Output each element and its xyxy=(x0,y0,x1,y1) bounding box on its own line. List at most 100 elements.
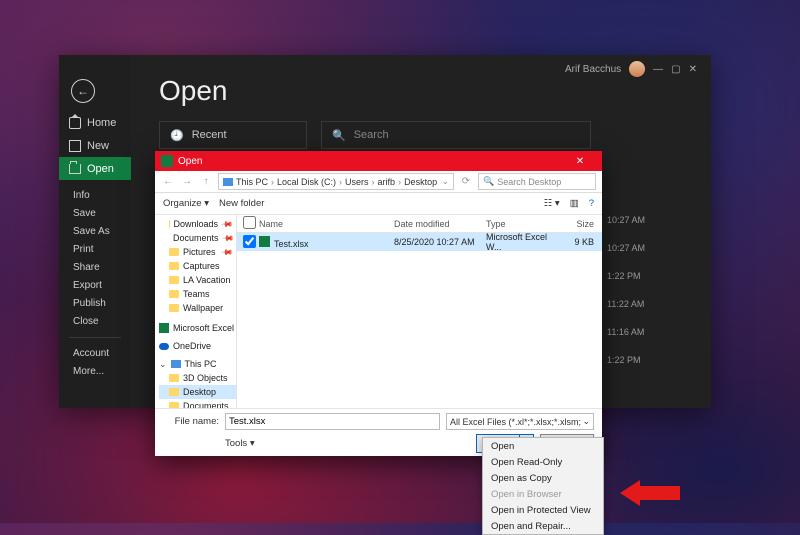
pin-icon: 📌 xyxy=(221,231,234,244)
new-folder-button[interactable]: New folder xyxy=(219,198,264,209)
excel-icon xyxy=(159,323,169,333)
chevron-down-icon[interactable]: ⌄ xyxy=(441,176,449,187)
nav-forward-icon[interactable]: → xyxy=(180,176,194,187)
file-date: 8/25/2020 10:27 AM xyxy=(388,237,480,247)
refresh-icon[interactable]: ⟳ xyxy=(459,176,473,187)
home-icon xyxy=(69,117,81,129)
sidebar-item-publish[interactable]: Publish xyxy=(73,298,131,309)
file-list: Name Date modified Type Size Test.xlsx 8… xyxy=(237,215,602,408)
sidebar-item-account[interactable]: Account xyxy=(73,348,131,359)
sidebar-item-label: Open xyxy=(87,163,114,175)
tree-item[interactable]: Microsoft Excel xyxy=(159,321,236,335)
file-open-dialog: Open ✕ ← → ↑ This PC› Local Disk (C:)› U… xyxy=(155,151,602,456)
tree-item-thispc[interactable]: ⌄This PC xyxy=(159,357,236,371)
arrow-head-icon xyxy=(620,480,640,506)
sidebar-item-export[interactable]: Export xyxy=(73,280,131,291)
search-field[interactable]: 🔍 Search xyxy=(321,121,591,149)
recent-time: 1:22 PM xyxy=(607,271,691,281)
open-mode-menu: Open Open Read-Only Open as Copy Open in… xyxy=(482,437,604,535)
pin-icon: 📌 xyxy=(220,245,233,258)
search-placeholder: Search Desktop xyxy=(497,177,561,187)
preview-pane-icon[interactable]: ▥ xyxy=(570,198,579,209)
tree-item[interactable]: Documents📌 xyxy=(159,231,236,245)
sidebar-item-open[interactable]: Open xyxy=(59,157,131,180)
tree-item[interactable]: Teams xyxy=(159,287,236,301)
recent-time: 10:27 AM xyxy=(607,215,691,225)
tools-dropdown[interactable]: Tools ▾ xyxy=(225,438,255,449)
menu-item-open-copy[interactable]: Open as Copy xyxy=(483,470,603,486)
help-icon[interactable]: ? xyxy=(589,198,594,209)
sidebar-item-info[interactable]: Info xyxy=(73,190,131,201)
crumb-seg[interactable]: Local Disk (C:) xyxy=(277,177,336,187)
menu-item-open-readonly[interactable]: Open Read-Only xyxy=(483,454,603,470)
col-name[interactable]: Name xyxy=(253,219,388,229)
folder-icon xyxy=(169,402,179,408)
folder-icon xyxy=(169,220,170,228)
breadcrumb[interactable]: This PC› Local Disk (C:)› Users› arifb› … xyxy=(218,173,454,190)
tree-item[interactable]: LA Vacation xyxy=(159,273,236,287)
sidebar-item-share[interactable]: Share xyxy=(73,262,131,273)
filename-label: File name: xyxy=(163,416,219,427)
file-size: 9 KB xyxy=(562,237,602,247)
sidebar-item-more[interactable]: More... xyxy=(73,366,131,377)
dialog-close-button[interactable]: ✕ xyxy=(564,151,596,171)
crumb-seg[interactable]: Users xyxy=(345,177,369,187)
menu-item-open-browser: Open in Browser xyxy=(483,486,603,502)
cloud-icon xyxy=(159,343,169,350)
tree-item[interactable]: Documents xyxy=(159,399,236,408)
crumb-seg[interactable]: Desktop xyxy=(404,177,437,187)
tree-item[interactable]: Captures xyxy=(159,259,236,273)
folder-icon xyxy=(169,304,179,312)
page-title: Open xyxy=(159,75,683,107)
sidebar-group-app: Account More... xyxy=(59,348,131,377)
pc-icon xyxy=(223,178,233,186)
back-button[interactable] xyxy=(71,79,95,103)
tree-item[interactable]: Downloads📌 xyxy=(159,217,236,231)
folder-icon xyxy=(169,248,179,256)
dialog-toolbar: Organize ▾ New folder ☷ ▾ ▥ ? xyxy=(155,193,602,215)
recent-file-times: 10:27 AM 10:27 AM 1:22 PM 11:22 AM 11:16… xyxy=(607,215,691,365)
search-icon: 🔍 xyxy=(332,129,346,142)
sidebar-item-close[interactable]: Close xyxy=(73,316,131,327)
tree-item[interactable]: Wallpaper xyxy=(159,301,236,315)
menu-item-open-repair[interactable]: Open and Repair... xyxy=(483,518,603,534)
recent-time: 1:22 PM xyxy=(607,355,691,365)
chevron-down-icon: ⌄ xyxy=(582,416,590,427)
organize-button[interactable]: Organize ▾ xyxy=(163,198,209,209)
nav-tree: Downloads📌 Documents📌 Pictures📌 Captures… xyxy=(155,215,237,408)
nav-back-icon[interactable]: ← xyxy=(161,176,175,187)
recent-time: 11:22 AM xyxy=(607,299,691,309)
col-date[interactable]: Date modified xyxy=(388,219,480,229)
sidebar-item-saveas[interactable]: Save As xyxy=(73,226,131,237)
tree-item[interactable]: Pictures📌 xyxy=(159,245,236,259)
filetype-combobox[interactable]: All Excel Files (*.xl*;*.xlsx;*.xlsm;⌄ xyxy=(446,413,594,430)
sidebar-item-save[interactable]: Save xyxy=(73,208,131,219)
crumb-seg[interactable]: arifb xyxy=(378,177,396,187)
tree-item-desktop[interactable]: Desktop xyxy=(159,385,236,399)
nav-up-icon[interactable]: ↑ xyxy=(199,176,213,187)
tree-item[interactable]: OneDrive xyxy=(159,339,236,353)
sidebar-item-home[interactable]: Home xyxy=(59,111,131,134)
recent-time: 10:27 AM xyxy=(607,243,691,253)
col-type[interactable]: Type xyxy=(480,219,562,229)
view-mode-icon[interactable]: ☷ ▾ xyxy=(544,198,560,209)
menu-item-open[interactable]: Open xyxy=(483,438,603,454)
backstage-sidebar: Home New Open Info Save Save As Print Sh… xyxy=(59,55,131,408)
file-row[interactable]: Test.xlsx 8/25/2020 10:27 AM Microsoft E… xyxy=(237,233,602,251)
sidebar-item-new[interactable]: New xyxy=(59,134,131,157)
file-list-header: Name Date modified Type Size xyxy=(237,215,602,233)
filename-input[interactable] xyxy=(225,413,440,430)
annotation-arrow xyxy=(620,480,680,506)
tree-item[interactable]: 3D Objects xyxy=(159,371,236,385)
sidebar-group-file: Info Save Save As Print Share Export Pub… xyxy=(59,190,131,327)
menu-item-open-protected[interactable]: Open in Protected View xyxy=(483,502,603,518)
folder-icon xyxy=(169,374,179,382)
search-icon: 🔍 xyxy=(483,176,494,187)
sidebar-divider xyxy=(69,337,121,338)
sidebar-item-print[interactable]: Print xyxy=(73,244,131,255)
col-size[interactable]: Size xyxy=(562,219,602,229)
recent-card[interactable]: 🕘 Recent xyxy=(159,121,307,149)
recent-time: 11:16 AM xyxy=(607,327,691,337)
crumb-seg[interactable]: This PC xyxy=(236,177,268,187)
search-box[interactable]: 🔍 Search Desktop xyxy=(478,173,596,190)
